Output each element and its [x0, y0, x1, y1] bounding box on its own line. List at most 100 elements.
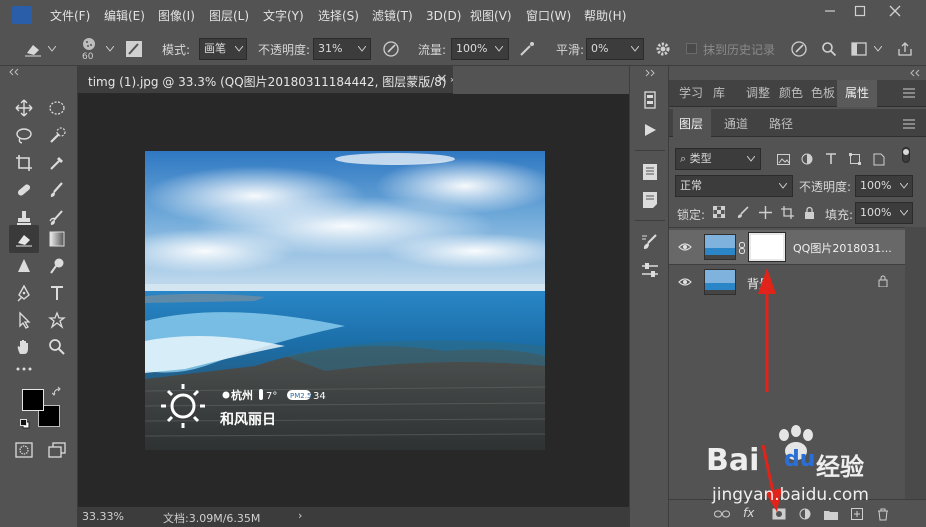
lasso-icon[interactable] — [11, 123, 37, 149]
share-icon[interactable] — [894, 38, 916, 60]
menu-filter[interactable]: 滤镜(T) — [372, 0, 413, 32]
menu-layer[interactable]: 图层(L) — [209, 0, 249, 32]
chevron-down-icon[interactable] — [896, 176, 912, 196]
menu-select[interactable]: 选择(S) — [318, 0, 359, 32]
link-layers-icon[interactable] — [713, 506, 731, 522]
layer-name[interactable]: QQ图片2018031... — [793, 240, 892, 256]
canvas-image[interactable]: 杭州 7° PM2.5 34 和风丽日 — [145, 151, 545, 450]
lock-all-icon[interactable] — [801, 204, 817, 220]
path-selection-icon[interactable] — [11, 307, 37, 333]
add-mask-icon[interactable] — [771, 506, 787, 522]
lock-artboard-icon[interactable] — [779, 204, 795, 220]
filter-pixel-icon[interactable] — [775, 151, 791, 167]
tab-color[interactable]: 颜色 — [779, 80, 803, 106]
zoom-tool-icon[interactable] — [44, 334, 70, 360]
default-colors-icon[interactable] — [20, 419, 30, 429]
lock-pixels-icon[interactable] — [735, 204, 751, 220]
menu-window[interactable]: 窗口(W) — [526, 0, 571, 32]
layer-name[interactable]: 背景 — [747, 275, 771, 292]
menu-type[interactable]: 文字(Y) — [263, 0, 304, 32]
zoom-level[interactable]: 33.33% — [82, 510, 124, 523]
tab-properties[interactable]: 属性 — [845, 80, 869, 106]
more-tools-icon[interactable] — [11, 356, 37, 382]
brush-settings-icon[interactable] — [638, 230, 662, 254]
chevron-down-icon[interactable] — [48, 46, 56, 52]
adjustment-layer-icon[interactable] — [797, 506, 813, 522]
gear-icon[interactable] — [652, 38, 674, 60]
quick-mask-icon[interactable] — [11, 437, 37, 463]
properties-doc-icon[interactable] — [638, 160, 662, 184]
eyedropper-icon[interactable] — [44, 150, 70, 176]
maximize-icon[interactable] — [845, 0, 875, 22]
filter-smart-object-icon[interactable] — [871, 151, 887, 167]
move-tool-icon[interactable] — [11, 95, 37, 121]
elliptical-marquee-icon[interactable] — [44, 95, 70, 121]
eraser-tool-preset-icon[interactable] — [20, 38, 46, 60]
filter-adjustment-icon[interactable] — [799, 151, 815, 167]
chevron-down-icon[interactable] — [231, 39, 247, 59]
tab-paths[interactable]: 路径 — [769, 111, 793, 137]
new-layer-icon[interactable] — [849, 506, 865, 522]
tab-learn[interactable]: 学习 — [679, 80, 703, 106]
tab-libraries[interactable]: 库 — [713, 80, 725, 106]
chevron-down-icon[interactable] — [775, 176, 791, 196]
menu-image[interactable]: 图像(I) — [158, 0, 195, 32]
chevron-down-icon[interactable] — [106, 46, 114, 52]
filter-type-icon[interactable] — [823, 151, 839, 167]
chevron-down-icon[interactable] — [627, 39, 643, 59]
chain-link-icon[interactable] — [739, 242, 745, 254]
chevron-down-icon[interactable] — [874, 46, 882, 52]
menu-3d[interactable]: 3D(D) — [426, 0, 461, 32]
brush-preset-icon[interactable] — [80, 36, 100, 52]
chevron-down-icon[interactable] — [354, 39, 370, 59]
eraser-tool-icon[interactable] — [9, 225, 39, 253]
brush-settings-panel-icon[interactable] — [124, 38, 144, 60]
document-tab[interactable]: timg (1).jpg @ 33.3% (QQ图片20180311184442… — [78, 66, 456, 94]
fx-icon[interactable]: fx — [743, 506, 754, 520]
screen-mode-icon[interactable] — [44, 437, 70, 463]
layer-thumbnail[interactable] — [704, 234, 736, 260]
pressure-opacity-icon[interactable] — [380, 38, 402, 60]
search-icon[interactable] — [818, 38, 840, 60]
collapse-arrows-icon[interactable] — [8, 68, 70, 76]
actions-play-icon[interactable] — [638, 118, 662, 142]
layer-row[interactable]: QQ图片2018031... — [669, 230, 905, 264]
tab-adjustments[interactable]: 调整 — [746, 80, 770, 106]
erase-to-history-checkbox[interactable] — [686, 43, 697, 54]
layer-thumbnail[interactable] — [704, 269, 736, 295]
lock-position-icon[interactable] — [757, 204, 773, 220]
chevron-down-icon[interactable] — [743, 149, 759, 169]
eye-visibility-icon[interactable] — [677, 275, 693, 289]
layer-mask-thumbnail[interactable] — [748, 232, 786, 262]
eye-visibility-icon[interactable] — [677, 240, 693, 254]
chevron-down-icon[interactable] — [896, 203, 912, 223]
crop-tool-icon[interactable] — [11, 150, 37, 176]
dodge-tool-icon[interactable] — [44, 253, 70, 279]
minimize-icon[interactable] — [815, 0, 845, 22]
notes-icon[interactable] — [638, 188, 662, 212]
filter-toggle[interactable] — [902, 147, 910, 163]
menu-view[interactable]: 视图(V) — [470, 0, 512, 32]
blur-tool-icon[interactable] — [11, 253, 37, 279]
chevron-down-icon[interactable] — [491, 39, 507, 59]
menu-help[interactable]: 帮助(H) — [584, 0, 626, 32]
pressure-size-icon[interactable] — [788, 38, 810, 60]
history-panel-icon[interactable] — [638, 88, 662, 112]
foreground-color-swatch[interactable] — [22, 389, 44, 411]
filter-shape-icon[interactable] — [847, 151, 863, 167]
menu-file[interactable]: 文件(F) — [50, 0, 90, 32]
layer-row[interactable]: 背景 — [669, 264, 905, 298]
airbrush-icon[interactable] — [516, 38, 538, 60]
menu-edit[interactable]: 编辑(E) — [104, 0, 145, 32]
adjustments-sliders-icon[interactable] — [638, 258, 662, 282]
panel-menu-icon[interactable] — [903, 88, 915, 98]
collapse-arrows-icon[interactable] — [644, 69, 656, 77]
type-tool-icon[interactable] — [44, 280, 70, 306]
healing-brush-icon[interactable] — [11, 177, 37, 203]
gradient-tool-icon[interactable] — [44, 226, 70, 252]
photoshop-logo-icon[interactable] — [12, 6, 32, 24]
tab-layers[interactable]: 图层 — [679, 111, 703, 137]
collapse-arrows-icon[interactable] — [909, 69, 921, 77]
tab-swatches[interactable]: 色板 — [811, 80, 835, 106]
workspace-icon[interactable] — [848, 38, 870, 60]
